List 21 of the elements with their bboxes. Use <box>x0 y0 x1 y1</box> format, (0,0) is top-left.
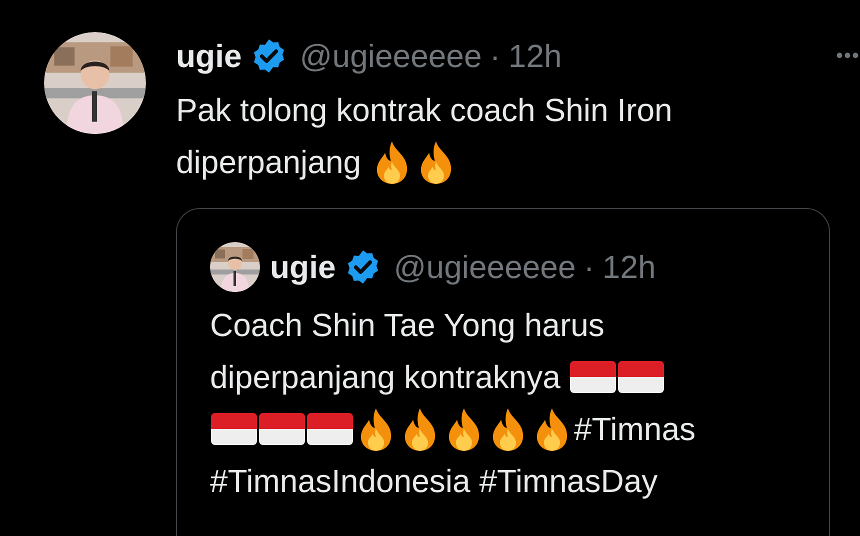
tweet-text: #Timnas <box>574 410 696 449</box>
separator-dot: · <box>584 248 594 287</box>
flag-icon <box>570 361 616 393</box>
tweet-text: diperpanjang <box>176 143 362 182</box>
tweet-text: Pak tolong kontrak coach Shin Iron <box>176 91 672 130</box>
display-name[interactable]: ugie <box>270 243 336 291</box>
separator-dot: · <box>490 37 500 76</box>
flag-icon <box>211 413 257 445</box>
user-handle[interactable]: @ugieeeeee <box>394 243 576 291</box>
display-name[interactable]: ugie <box>176 32 242 80</box>
tweet-text: Coach Shin Tae Yong harus <box>210 306 604 345</box>
quoted-post-card[interactable]: ugie @ugieeeeee · 12h Coach Shin Tae Yong harus diperpanjang kontraknya #Timnas #TimnasIndonesia #TimnasDay <box>176 208 830 536</box>
tweet-text: #TimnasIndonesia #TimnasDay <box>210 462 658 501</box>
flag-icon <box>307 413 353 445</box>
flag-icon <box>618 361 664 393</box>
tweet-text: diperpanjang kontraknya <box>210 358 562 397</box>
post-time[interactable]: 12h <box>508 32 562 80</box>
flag-icon <box>259 413 305 445</box>
more-options-button[interactable]: ••• <box>836 41 860 71</box>
user-handle[interactable]: @ugieeeeee <box>300 32 482 80</box>
post-time[interactable]: 12h <box>602 243 656 291</box>
